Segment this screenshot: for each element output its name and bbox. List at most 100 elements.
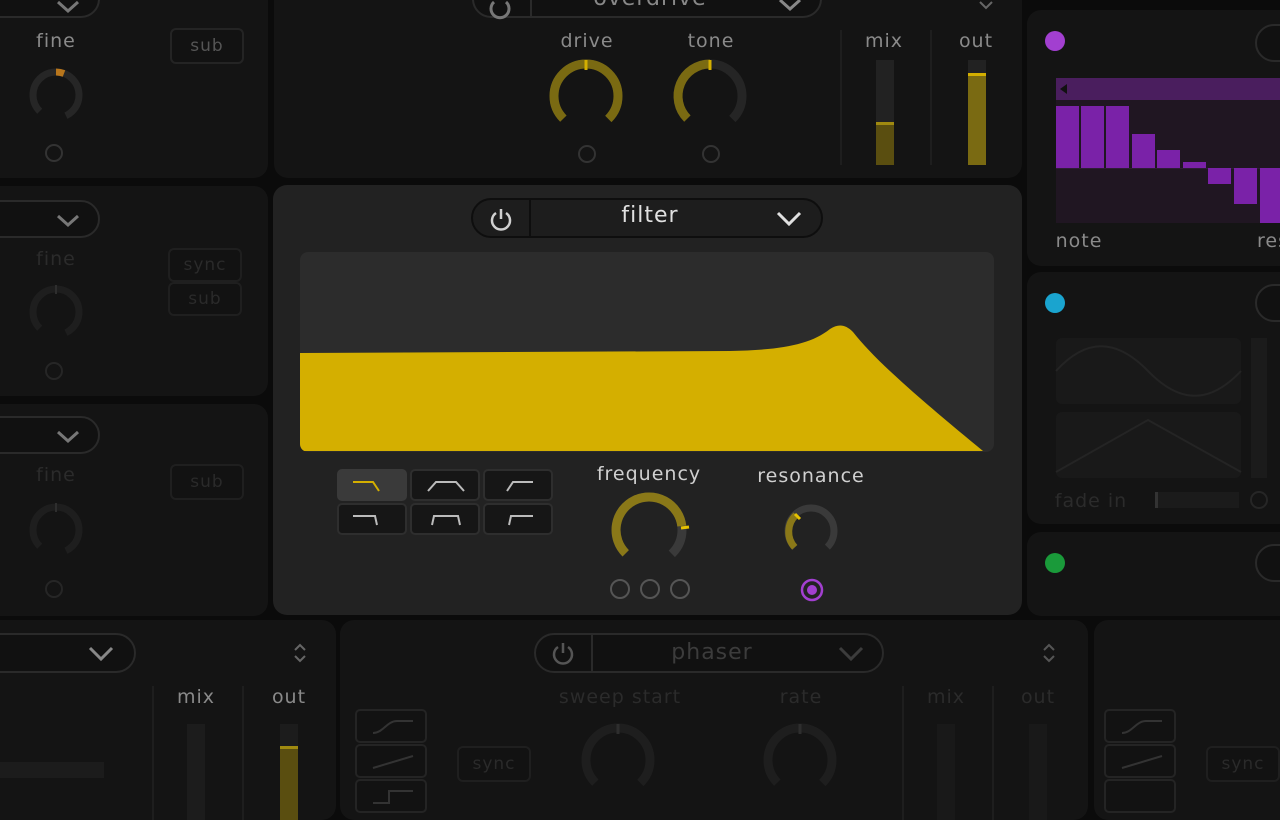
phaser-shape-1[interactable] (355, 709, 427, 743)
triangle-wave-icon (1055, 418, 1242, 473)
filter-type-high-pass-12[interactable] (483, 469, 553, 501)
sub-button[interactable]: sub (168, 282, 242, 316)
osc-2-waveform-select[interactable] (0, 200, 100, 238)
reset-label: reset (1257, 230, 1280, 252)
curve-up-icon (1121, 720, 1162, 734)
frequency-mod-ring-1[interactable] (610, 579, 630, 599)
chevron-down-icon (56, 0, 80, 14)
sequencer-menu[interactable] (1255, 24, 1280, 62)
up-down-arrows-icon[interactable] (292, 642, 308, 664)
phaser-shape-3[interactable] (355, 779, 427, 813)
fade-in-label: fade in (1054, 490, 1128, 512)
fine-knob[interactable] (26, 500, 86, 560)
distortion-panel: overdrive drive tone mix out (274, 0, 1022, 178)
sequencer-color-dot (1045, 31, 1065, 51)
low-pass-icon (353, 481, 380, 492)
filter-response-curve (300, 325, 983, 451)
sub-button[interactable]: sub (170, 28, 244, 64)
out-slider[interactable] (280, 724, 298, 820)
shape-2-button[interactable] (1104, 744, 1176, 778)
out-slider[interactable] (1029, 724, 1047, 820)
sweep-start-label: sweep start (558, 686, 682, 708)
fine-label: fine (36, 30, 76, 52)
tone-knob[interactable] (670, 56, 750, 136)
band-pass-icon (431, 515, 461, 526)
sequencer-panel: note reset (1027, 10, 1280, 266)
filter-type-low-pass-24[interactable] (337, 503, 407, 535)
lfo-shape-2[interactable] (1055, 412, 1242, 478)
tone-mod-ring[interactable] (702, 145, 720, 163)
rate-knob[interactable] (760, 720, 840, 800)
frequency-mod-ring-3[interactable] (670, 579, 690, 599)
filter-type-band-pass-24[interactable] (410, 503, 480, 535)
envelope-color-dot (1045, 553, 1065, 573)
chevron-down-icon (56, 214, 80, 228)
lfo-shape-1[interactable] (1055, 338, 1242, 404)
distortion-preset-label: overdrive (593, 0, 706, 11)
sync-button[interactable]: sync (1206, 746, 1280, 782)
sync-button[interactable]: sync (457, 746, 531, 782)
frequency-mod-ring-2[interactable] (640, 579, 660, 599)
sub-button[interactable]: sub (170, 464, 244, 500)
osc-3-waveform-select[interactable] (0, 416, 100, 454)
shape-3-button[interactable] (1104, 779, 1176, 813)
osc-panel-2: fine sync sub (0, 186, 268, 396)
resonance-knob[interactable] (781, 501, 841, 561)
fade-in-slider[interactable] (1155, 492, 1239, 508)
out-label: out (1020, 686, 1056, 708)
bottom-left-select[interactable] (0, 633, 136, 673)
high-pass-icon (508, 515, 533, 526)
mix-slider[interactable] (876, 60, 894, 165)
filter-title: filter (621, 203, 679, 228)
osc-1-waveform-select[interactable] (0, 0, 100, 18)
chevron-down-icon (56, 430, 80, 444)
filter-response-display[interactable] (300, 252, 994, 452)
fine-mod-ring[interactable] (45, 144, 63, 162)
sweep-start-knob[interactable] (578, 720, 658, 800)
filter-type-low-pass-12[interactable] (337, 469, 407, 501)
ramp-icon (1121, 755, 1163, 769)
fine-knob[interactable] (26, 65, 86, 125)
band-pass-icon (427, 481, 465, 492)
drive-mod-ring[interactable] (578, 145, 596, 163)
chevron-down-icon[interactable] (838, 646, 864, 662)
mix-slider[interactable] (187, 724, 205, 820)
lfo-menu[interactable] (1255, 284, 1280, 322)
envelope-menu[interactable] (1255, 544, 1280, 582)
osc-panel-1: fine sub (0, 0, 268, 178)
chevron-down-icon (778, 0, 802, 12)
filter-type-high-pass-24[interactable] (483, 503, 553, 535)
fine-mod-ring[interactable] (45, 580, 63, 598)
sequencer-bar (1056, 78, 1280, 100)
chevron-down-icon[interactable] (88, 646, 114, 662)
out-slider[interactable] (968, 60, 986, 165)
drive-knob[interactable] (546, 56, 626, 136)
mix-label: mix (176, 686, 216, 708)
power-icon[interactable] (551, 641, 575, 665)
phaser-panel: phaser sync sweep start rate mix out (340, 620, 1088, 820)
power-icon[interactable] (489, 207, 513, 231)
fine-knob[interactable] (26, 282, 86, 342)
frequency-knob[interactable] (607, 488, 691, 572)
divider (529, 200, 531, 236)
mix-label: mix (864, 30, 904, 52)
fade-in-mod-ring[interactable] (1250, 491, 1268, 509)
bottom-left-bar[interactable] (0, 762, 104, 778)
mix-slider[interactable] (937, 724, 955, 820)
shape-1-button[interactable] (1104, 709, 1176, 743)
bottom-right-panel: sync (1094, 620, 1280, 820)
fine-mod-ring[interactable] (45, 362, 63, 380)
up-down-arrows-icon[interactable] (1041, 642, 1057, 664)
tone-label: tone (687, 30, 735, 52)
lfo-level-slider[interactable] (1251, 338, 1267, 478)
step-sequencer[interactable] (1056, 78, 1280, 223)
chevron-down-icon[interactable] (776, 211, 802, 227)
resonance-mod-ring[interactable] (800, 578, 824, 602)
sync-button[interactable]: sync (168, 248, 242, 282)
rate-label: rate (779, 686, 823, 708)
filter-type-band-pass-12[interactable] (410, 469, 480, 501)
up-down-arrows-icon[interactable] (978, 0, 994, 12)
divider (840, 30, 842, 165)
power-icon[interactable] (488, 0, 512, 20)
phaser-shape-2[interactable] (355, 744, 427, 778)
